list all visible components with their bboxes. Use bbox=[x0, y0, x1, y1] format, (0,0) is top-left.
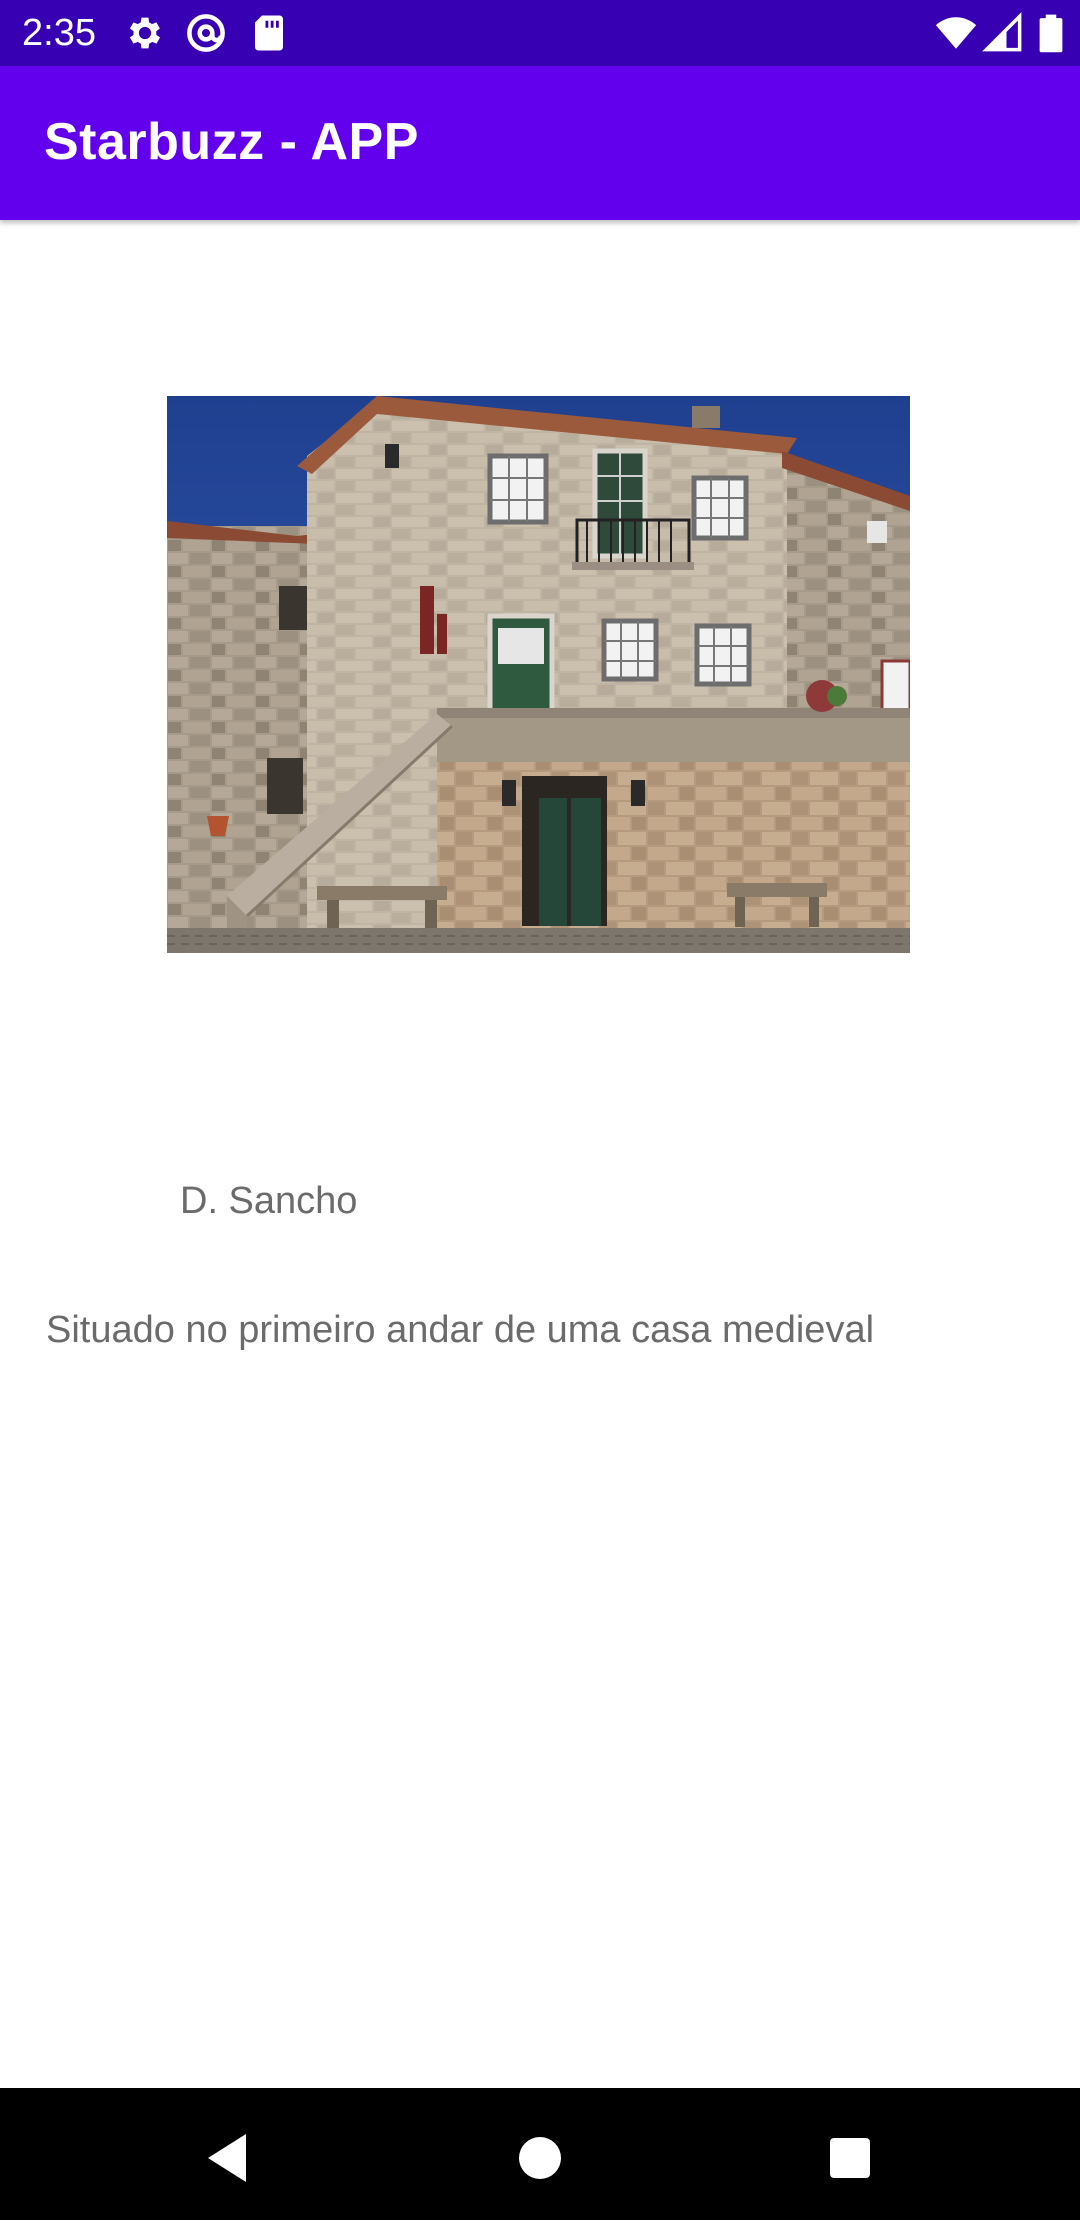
wifi-icon bbox=[935, 17, 977, 49]
place-name: D. Sancho bbox=[180, 1180, 358, 1222]
at-sign-icon bbox=[187, 14, 225, 52]
status-bar: 2:35 bbox=[0, 0, 1080, 66]
battery-icon bbox=[1039, 14, 1063, 53]
sd-card-icon bbox=[255, 15, 283, 51]
app-bar: Starbuzz - APP bbox=[0, 66, 1080, 220]
recents-icon[interactable] bbox=[810, 2118, 890, 2198]
app-title: Starbuzz - APP bbox=[44, 113, 419, 171]
home-icon[interactable] bbox=[500, 2118, 580, 2198]
settings-icon bbox=[129, 17, 161, 49]
navigation-bar bbox=[0, 2088, 1080, 2220]
stone-building-photo bbox=[167, 396, 910, 953]
signal-icon bbox=[982, 12, 1022, 52]
back-icon[interactable] bbox=[188, 2118, 268, 2198]
place-description: Situado no primeiro andar de uma casa me… bbox=[46, 1309, 875, 1351]
status-time: 2:35 bbox=[22, 12, 96, 54]
